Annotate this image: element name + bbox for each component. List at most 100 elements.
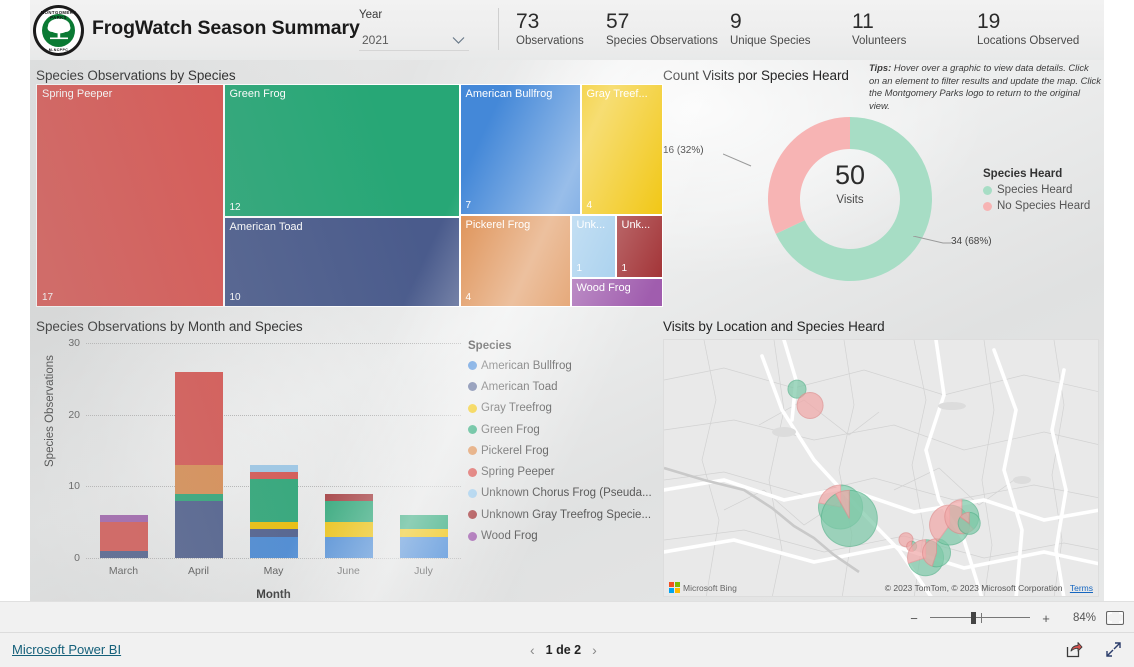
map-canvas[interactable] xyxy=(664,340,1099,597)
bar-segment[interactable] xyxy=(174,464,223,494)
montgomery-parks-logo[interactable]: MONTGOMERY PARKS M-NCPPC xyxy=(33,5,84,56)
legend-color-swatch-icon xyxy=(468,403,477,413)
tips-body: Hover over a graphic to view data detail… xyxy=(869,62,1101,111)
bar-segment[interactable] xyxy=(249,529,298,537)
kpi-value: 11 xyxy=(852,10,874,33)
gridline: 20 xyxy=(68,409,461,421)
kpi-label: Unique Species xyxy=(730,35,811,47)
bar-segment[interactable] xyxy=(174,371,223,465)
treemap-tile-label: Gray Treef... xyxy=(586,88,648,100)
legend-item[interactable]: American Bullfrog xyxy=(468,355,663,376)
donut-chart[interactable]: 50 Visits xyxy=(761,110,939,288)
bing-map[interactable]: Microsoft Bing © 2023 TomTom, © 2023 Mic… xyxy=(663,339,1099,597)
treemap-tile[interactable]: Green Frog 12 xyxy=(223,84,460,217)
bar-column[interactable] xyxy=(324,493,373,558)
treemap-tile-value: 4 xyxy=(465,292,472,303)
treemap-tile[interactable]: Unk... 1 xyxy=(570,215,616,278)
legend-item-label: Unknown Chorus Frog (Pseuda... xyxy=(481,487,652,500)
bar-segment[interactable] xyxy=(99,550,148,558)
bar-column[interactable] xyxy=(249,464,298,558)
bar-segment[interactable] xyxy=(99,515,148,523)
logo-text-top: MONTGOMERY PARKS xyxy=(40,9,77,20)
bar-segment[interactable] xyxy=(99,522,148,551)
bar-segment[interactable] xyxy=(324,493,373,501)
bar-segment[interactable] xyxy=(399,515,448,530)
bar-segment[interactable] xyxy=(399,529,448,537)
bar-segment[interactable] xyxy=(249,479,298,523)
treemap-tile[interactable]: Gray Treef... 4 xyxy=(580,84,663,215)
bar-segment[interactable] xyxy=(324,536,373,558)
zoom-out-button[interactable]: − xyxy=(908,611,920,626)
bar-segment[interactable] xyxy=(399,536,448,558)
legend-item[interactable]: Spring Peeper xyxy=(468,461,663,482)
column-legend-title: Species xyxy=(468,340,512,352)
status-bar: Microsoft Power BI ‹ 1 de 2 › xyxy=(0,633,1134,667)
legend-item[interactable]: Unknown Chorus Frog (Pseuda... xyxy=(468,483,663,504)
treemap-tile-value: 12 xyxy=(229,201,241,213)
year-slicer[interactable]: Year 2021 xyxy=(359,9,469,51)
legend-item[interactable]: Gray Treefrog xyxy=(468,398,663,419)
treemap-tile[interactable]: American Bullfrog 7 xyxy=(459,84,581,215)
legend-color-swatch-icon xyxy=(468,488,477,498)
treemap-visual[interactable]: Spring Peeper 17 Green Frog 12 American Toad… xyxy=(36,84,663,307)
share-icon[interactable] xyxy=(1066,641,1083,663)
year-slicer-label: Year xyxy=(359,9,383,21)
treemap-tile[interactable]: Wood Frog xyxy=(570,278,663,307)
donut-center-value: 50 xyxy=(834,160,866,190)
treemap-tile[interactable]: Spring Peeper 17 xyxy=(36,84,224,307)
chevron-down-icon[interactable] xyxy=(452,36,465,45)
status-bar-actions xyxy=(1066,641,1122,663)
donut-label-no-species-heard: 16 (32%) xyxy=(663,145,704,156)
kpi-locations-observed: 19 Locations Observed xyxy=(977,10,1079,47)
fit-to-page-icon[interactable] xyxy=(1106,611,1124,625)
legend-item[interactable]: Wood Frog xyxy=(468,525,663,546)
legend-item-no-species-heard[interactable]: No Species Heard xyxy=(983,200,1104,212)
bar-segment[interactable] xyxy=(174,493,223,501)
column-chart-plot-area[interactable]: 0 10 20 30 March April May June July xyxy=(68,337,461,577)
bar-segment[interactable] xyxy=(324,522,373,537)
legend-item[interactable]: Pickerel Frog xyxy=(468,440,663,461)
map-bubble[interactable] xyxy=(820,489,878,547)
legend-item[interactable]: American Toad xyxy=(468,376,663,397)
donut-visual[interactable]: Count Visits por Species Heard Tips: Hov… xyxy=(663,62,1103,307)
bar-segment[interactable] xyxy=(249,536,298,558)
treemap-tile[interactable]: American Toad 10 xyxy=(223,216,460,307)
zoom-slider-thumb[interactable] xyxy=(971,612,976,624)
map-bubble[interactable] xyxy=(796,391,824,419)
legend-item-species-heard[interactable]: Species Heard xyxy=(983,184,1104,196)
bar-column[interactable] xyxy=(99,515,148,558)
legend-color-swatch-icon xyxy=(468,361,477,371)
bar-column[interactable] xyxy=(174,371,223,558)
fullscreen-icon[interactable] xyxy=(1105,641,1122,663)
power-bi-link[interactable]: Microsoft Power BI xyxy=(12,642,121,657)
donut-legend[interactable]: Species Heard Species Heard No Species H… xyxy=(983,168,1104,212)
bing-logo: Microsoft Bing xyxy=(669,582,737,593)
year-slicer-dropdown[interactable]: 2021 xyxy=(359,31,469,51)
kpi-label: Observations xyxy=(516,35,584,47)
bar-segment[interactable] xyxy=(174,500,223,558)
treemap-tile-value: 1 xyxy=(576,263,583,274)
treemap-tile[interactable]: Pickerel Frog 4 xyxy=(459,215,571,307)
map-visual[interactable]: Visits by Location and Species Heard Mic… xyxy=(663,315,1103,601)
column-chart-visual[interactable]: Species Observations by Month and Specie… xyxy=(36,315,663,601)
treemap-tile[interactable]: Unk... 1 xyxy=(615,215,663,278)
column-chart-legend[interactable]: Species American Bullfrog American Toad Gr… xyxy=(468,340,663,547)
x-axis-tick-label: July xyxy=(414,565,433,577)
bar-segment[interactable] xyxy=(249,464,298,472)
kpi-volunteers: 11 Volunteers xyxy=(852,10,906,47)
map-bubble[interactable] xyxy=(957,511,981,535)
bar-segment[interactable] xyxy=(249,522,298,530)
bar-segment[interactable] xyxy=(324,500,373,523)
bar-segment[interactable] xyxy=(249,472,298,480)
zoom-in-button[interactable]: + xyxy=(1040,611,1052,626)
legend-item[interactable]: Unknown Gray Treefrog Specie... xyxy=(468,504,663,525)
chevron-left-icon[interactable]: ‹ xyxy=(530,642,535,658)
chevron-right-icon[interactable]: › xyxy=(592,642,597,658)
bing-label: Microsoft Bing xyxy=(683,582,737,593)
zoom-slider-tick xyxy=(981,613,982,623)
bar-column[interactable] xyxy=(399,515,448,558)
legend-item[interactable]: Green Frog xyxy=(468,419,663,440)
zoom-slider[interactable] xyxy=(930,611,1030,625)
map-terms-link[interactable]: Terms xyxy=(1070,583,1093,593)
legend-color-swatch-icon xyxy=(468,467,477,477)
